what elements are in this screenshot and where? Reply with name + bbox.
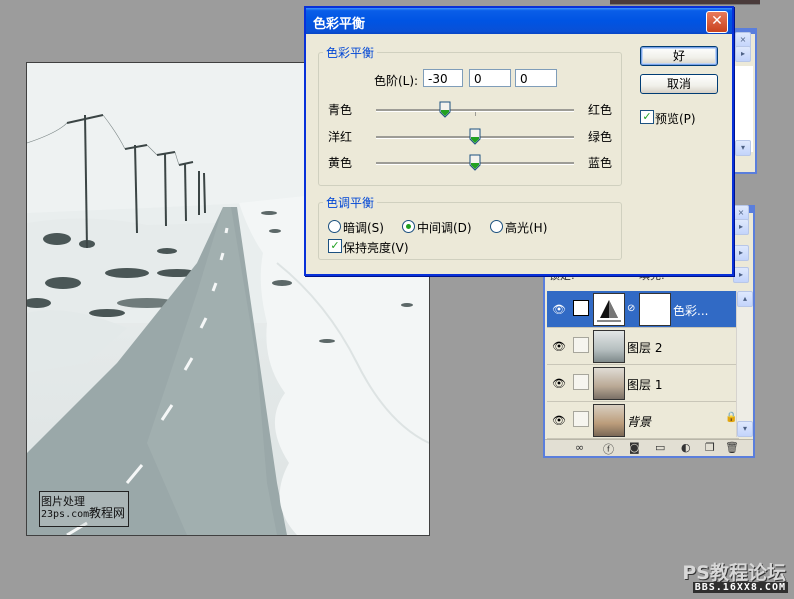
yellow-blue-slider-thumb[interactable] <box>469 154 481 171</box>
midtones-radio[interactable] <box>402 220 415 233</box>
eye-icon[interactable]: 👁 <box>552 414 566 427</box>
navigator-panel: × ▸ ▾ <box>731 28 757 174</box>
layers-menu-arrow-icon[interactable]: ▸ <box>733 267 749 283</box>
color-balance-dialog: 色彩平衡 ✕ 色彩平衡 色阶(L): -30 0 0 青色 红色 洋红 绿色 黄… <box>304 6 734 276</box>
shadows-label[interactable]: 暗调(S) <box>343 219 384 236</box>
scroll-up-arrow-icon[interactable]: ▴ <box>737 291 753 307</box>
shadows-radio[interactable] <box>328 220 341 233</box>
midtones-label[interactable]: 中间调(D) <box>417 219 472 236</box>
layer-row-color-balance[interactable]: 👁 ⊘ 色彩... <box>547 291 739 328</box>
cyan-label: 青色 <box>328 103 353 117</box>
preview-checkbox[interactable]: ✓ <box>640 110 654 124</box>
link-slot[interactable] <box>573 337 589 353</box>
forum-logo-text: PS教程论坛 <box>682 562 786 584</box>
layer-name: 图层 1 <box>627 378 663 392</box>
eye-icon[interactable]: 👁 <box>552 340 566 353</box>
layer-thumbnail <box>593 367 625 400</box>
preserve-luminosity-checkbox[interactable]: ✓ <box>328 239 342 253</box>
layers-menu-arrow-icon[interactable]: ▸ <box>733 219 749 235</box>
red-label: 红色 <box>588 103 613 117</box>
eye-icon[interactable]: 👁 <box>552 377 566 390</box>
ok-button[interactable]: 好 <box>640 46 718 66</box>
layers-bottom-toolbar: ∞ ⓕ ◙ ▭ ◐ ❐ 🗑 <box>545 439 753 456</box>
tone-balance-group-label: 色调平衡 <box>326 196 375 210</box>
adjustment-layer-icon <box>593 293 625 326</box>
levels-input-yellow-blue[interactable]: 0 <box>515 69 557 87</box>
highlights-label[interactable]: 高光(H) <box>505 219 547 236</box>
cancel-button[interactable]: 取消 <box>640 74 718 94</box>
highlights-radio[interactable] <box>490 220 503 233</box>
layer-name: 背景 <box>627 415 652 429</box>
eye-icon[interactable]: 👁 <box>552 303 566 316</box>
trash-icon[interactable]: 🗑 <box>725 441 739 454</box>
dialog-titlebar[interactable]: 色彩平衡 ✕ <box>306 8 732 34</box>
blue-label: 蓝色 <box>588 156 613 170</box>
add-mask-icon[interactable]: ◙ <box>629 441 640 454</box>
layer-row-layer1[interactable]: 👁 图层 1 <box>547 365 739 402</box>
watermark-text: 图片处理 <box>41 495 85 508</box>
layer-row-background[interactable]: 👁 背景 🔒 <box>547 402 739 439</box>
link-slot[interactable] <box>573 411 589 427</box>
yellow-label: 黄色 <box>328 156 353 170</box>
layer-mask-thumbnail[interactable] <box>639 293 671 326</box>
new-adjustment-icon[interactable]: ◐ <box>681 441 691 454</box>
chain-link-icon[interactable]: ⊘ <box>627 303 635 314</box>
adjustment-mask-icon[interactable] <box>573 300 589 316</box>
preview-label[interactable]: 预览(P) <box>655 110 696 127</box>
layers-menu-arrow-icon[interactable]: ▸ <box>733 245 749 261</box>
link-slot[interactable] <box>573 374 589 390</box>
new-group-icon[interactable]: ▭ <box>655 441 665 454</box>
layer-name: 图层 2 <box>627 341 663 355</box>
panel-menu-arrow-icon[interactable]: ▸ <box>735 46 751 62</box>
magenta-green-slider-thumb[interactable] <box>469 128 481 145</box>
scroll-down-arrow-icon[interactable]: ▾ <box>735 140 751 156</box>
layer-thumbnail <box>593 330 625 363</box>
layer-thumbnail <box>593 404 625 437</box>
cyan-red-slider-thumb[interactable] <box>439 101 451 118</box>
green-label: 绿色 <box>588 130 613 144</box>
forum-logo-url: BBS.16XX8.COM <box>692 582 788 593</box>
watermark-url: 23ps.com <box>41 509 90 520</box>
levels-label: 色阶(L): <box>374 74 419 88</box>
levels-input-magenta-green[interactable]: 0 <box>469 69 511 87</box>
link-layers-icon[interactable]: ∞ <box>575 441 584 454</box>
watermark-site: 教程网 <box>89 506 126 520</box>
layer-name: 色彩... <box>673 304 709 318</box>
slider-center-tick <box>475 112 476 116</box>
layer-row-layer2[interactable]: 👁 图层 2 <box>547 328 739 365</box>
scroll-down-arrow-icon[interactable]: ▾ <box>737 421 753 437</box>
top-panel-edge <box>610 0 760 5</box>
layers-scrollbar[interactable]: ▴ ▾ <box>736 291 753 437</box>
add-style-icon[interactable]: ⓕ <box>603 441 614 457</box>
color-balance-group-label: 色彩平衡 <box>326 46 375 60</box>
magenta-label: 洋红 <box>328 130 353 144</box>
dialog-title: 色彩平衡 <box>313 17 366 32</box>
new-layer-icon[interactable]: ❐ <box>705 441 715 454</box>
levels-input-cyan-red[interactable]: -30 <box>423 69 463 87</box>
preserve-luminosity-label[interactable]: 保持亮度(V) <box>343 239 409 256</box>
close-icon[interactable]: ✕ <box>706 11 728 33</box>
